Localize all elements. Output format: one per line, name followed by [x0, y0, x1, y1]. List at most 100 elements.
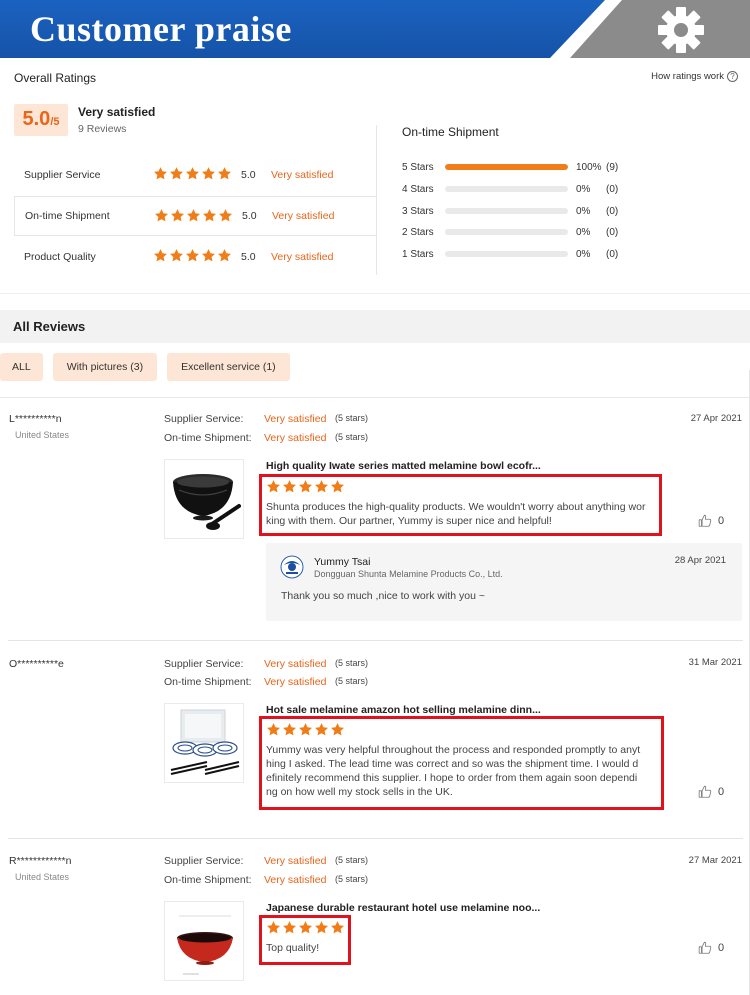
- review-text-line: hing I asked. The lead time was correct …: [266, 758, 639, 770]
- distribution-bar: [445, 208, 568, 214]
- meta-key: Supplier Service:: [164, 855, 244, 867]
- supplier-service-line: Supplier Service: Very satisfied (5 star…: [164, 658, 368, 670]
- category-row-supplier-service[interactable]: Supplier Service 5.0 Very satisfied: [14, 155, 376, 195]
- meta-key: On-time Shipment:: [164, 676, 252, 688]
- category-score: 5.0: [242, 210, 257, 222]
- supplier-service-line: Supplier Service: Very satisfied (5 star…: [164, 413, 368, 425]
- like-button[interactable]: 0: [698, 941, 724, 955]
- star-icons: [154, 249, 231, 262]
- review-text-line: efinitely recommend this supplier. I hop…: [266, 772, 638, 784]
- star-rating: [154, 208, 232, 226]
- question-icon[interactable]: ?: [727, 71, 738, 82]
- meta-key: Supplier Service:: [164, 658, 244, 670]
- bowl-set-image: [170, 709, 240, 775]
- product-title[interactable]: High quality Iwate series matted melamin…: [266, 460, 541, 472]
- review-stars: [267, 480, 344, 493]
- review-divider: [8, 640, 743, 641]
- review-text-line: king with them. Our partner, Yummy is su…: [266, 515, 552, 527]
- overall-verdict: Very satisfied: [78, 105, 156, 119]
- avatar: [280, 555, 304, 579]
- product-title[interactable]: Hot sale melamine amazon hot selling mel…: [266, 704, 541, 716]
- filter-excellent-service[interactable]: Excellent service (1): [167, 353, 290, 381]
- distribution-percent: 100%: [576, 161, 602, 173]
- distribution-label: 2 Stars: [402, 226, 434, 238]
- meta-value: Very satisfied: [264, 676, 327, 688]
- noodle-bowl-image: [177, 915, 233, 975]
- banner-title: Customer praise: [30, 9, 292, 49]
- like-button[interactable]: 0: [698, 514, 724, 528]
- distribution-percent: 0%: [576, 248, 591, 260]
- distribution-percent: 0%: [576, 205, 591, 217]
- thumbs-up-icon[interactable]: [698, 941, 712, 955]
- category-score: 5.0: [241, 251, 256, 263]
- thumbs-up-icon[interactable]: [698, 514, 712, 528]
- meta-stars: (5 stars): [335, 676, 369, 686]
- like-count: 0: [718, 786, 725, 798]
- distribution-title: On-time Shipment: [402, 125, 499, 139]
- product-image[interactable]: [164, 703, 244, 783]
- overall-score-badge: 5.0 /5: [14, 104, 68, 136]
- banner: Customer praise: [0, 0, 750, 58]
- distribution-bar: [445, 229, 568, 235]
- distribution-bar: [445, 251, 568, 257]
- distribution-percent: 0%: [576, 183, 591, 195]
- meta-stars: (5 stars): [335, 855, 369, 865]
- bowl-image: [173, 474, 241, 530]
- star-rating: [153, 248, 231, 266]
- overall-score-max: /5: [50, 116, 60, 128]
- overall-score: 5.0: [22, 108, 51, 130]
- meta-value: Very satisfied: [264, 855, 327, 867]
- thumbs-up-icon[interactable]: [698, 785, 712, 799]
- distribution-count: (9): [606, 161, 619, 173]
- review-text-line: Shunta produces the high-quality product…: [266, 501, 646, 513]
- review-date: 31 Mar 2021: [688, 657, 742, 668]
- category-row-product-quality[interactable]: Product Quality 5.0 Very satisfied: [14, 237, 376, 277]
- category-row-on-time-shipment[interactable]: On-time Shipment 5.0 Very satisfied: [14, 196, 376, 236]
- overall-ratings-title: Overall Ratings: [14, 71, 97, 85]
- reply-company: Dongguan Shunta Melamine Products Co., L…: [314, 569, 503, 579]
- distribution-label: 1 Stars: [402, 248, 434, 260]
- category-verdict: Very satisfied: [271, 169, 334, 181]
- review-filters: ALL With pictures (3) Excellent service …: [0, 353, 290, 381]
- category-score: 5.0: [241, 169, 256, 181]
- meta-stars: (5 stars): [335, 658, 369, 668]
- reviewer-name: L**********n: [9, 413, 62, 425]
- meta-key: On-time Shipment:: [164, 432, 252, 444]
- reply-text: Thank you so much ,nice to work with you…: [281, 590, 485, 602]
- filter-with-pictures[interactable]: With pictures (3): [52, 353, 158, 381]
- product-title[interactable]: Japanese durable restaurant hotel use me…: [266, 902, 540, 914]
- meta-value: Very satisfied: [264, 413, 327, 425]
- review-text-line: Yummy was very helpful throughout the pr…: [266, 744, 641, 756]
- review-stars: [267, 723, 344, 736]
- filter-all[interactable]: ALL: [0, 353, 43, 381]
- distribution-row: 5 Stars 100% (9): [402, 160, 642, 174]
- distribution-label: 4 Stars: [402, 183, 434, 195]
- how-ratings-work-label[interactable]: How ratings work: [651, 71, 724, 82]
- shipment-line: On-time Shipment: Very satisfied (5 star…: [164, 432, 368, 444]
- review-text: Shunta produces the high-quality product…: [266, 500, 645, 528]
- section-divider: [0, 293, 750, 294]
- distribution-bar-fill: [445, 164, 568, 170]
- distribution-count: (0): [606, 248, 619, 260]
- star-rating: [153, 166, 231, 184]
- meta-stars: (5 stars): [335, 874, 369, 884]
- category-verdict: Very satisfied: [271, 251, 334, 263]
- star-icons: [155, 209, 232, 222]
- like-button[interactable]: 0: [698, 785, 724, 799]
- distribution-row: 1 Stars 0% (0): [402, 247, 642, 261]
- distribution-label: 3 Stars: [402, 205, 434, 217]
- product-image[interactable]: [164, 901, 244, 981]
- category-name: Product Quality: [24, 251, 96, 263]
- meta-value: Very satisfied: [264, 432, 327, 444]
- category-verdict: Very satisfied: [272, 210, 335, 222]
- reply-date: 28 Apr 2021: [674, 555, 726, 566]
- meta-stars: (5 stars): [335, 413, 369, 423]
- product-image[interactable]: [164, 459, 244, 539]
- review-text: Yummy was very helpful throughout the pr…: [266, 743, 640, 799]
- distribution-percent: 0%: [576, 226, 591, 238]
- how-ratings-work-link[interactable]: How ratings work ?: [651, 71, 738, 82]
- review-text: Top quality!: [266, 941, 319, 955]
- supplier-reply: Yummy Tsai Dongguan Shunta Melamine Prod…: [266, 543, 742, 621]
- category-name: Supplier Service: [24, 169, 101, 181]
- meta-value: Very satisfied: [264, 658, 327, 670]
